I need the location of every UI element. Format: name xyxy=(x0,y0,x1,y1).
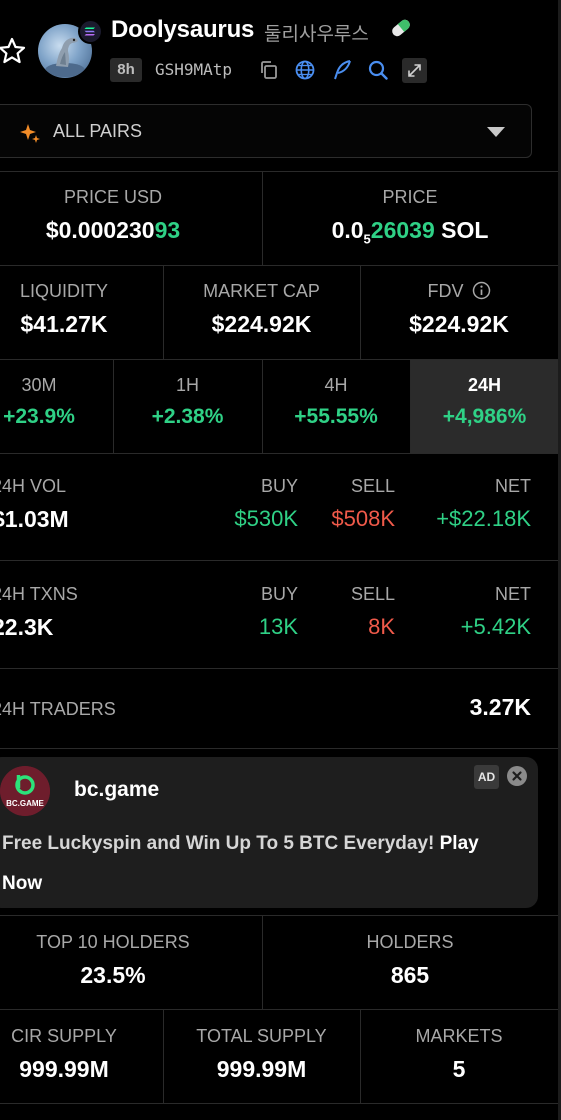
price-usd-label: PRICE USD xyxy=(63,187,162,207)
market-cap-value: $224.92K xyxy=(211,311,312,337)
bc-game-logo-text: BC.GAME xyxy=(6,799,44,808)
tab-change: +2.38% xyxy=(151,405,224,428)
tab-label: 4H xyxy=(324,375,348,395)
top10-holders-value: 23.5% xyxy=(80,962,146,988)
volume-buy-label: BUY xyxy=(260,476,298,496)
price-native-label: PRICE xyxy=(382,187,438,207)
holders-label: HOLDERS xyxy=(366,932,454,952)
liquidity-value: $41.27K xyxy=(20,311,108,337)
cir-supply-label: CIR SUPPLY xyxy=(11,1026,117,1046)
txns-sell-label: SELL xyxy=(350,584,395,604)
token-name: Doolysaurus xyxy=(111,16,255,43)
volume-buy-value: $530K xyxy=(234,506,298,531)
pairs-label: ALL PAIRS xyxy=(53,121,143,141)
markets-label: MARKETS xyxy=(415,1026,503,1046)
feather-icon[interactable] xyxy=(331,59,353,81)
expand-icon[interactable] xyxy=(402,58,427,83)
traders-value: 3.27K xyxy=(469,694,531,720)
ad-text[interactable]: Free Luckyspin and Win Up To 5 BTC Every… xyxy=(2,824,522,904)
divider xyxy=(0,748,558,749)
txns-buy-label: BUY xyxy=(260,584,298,604)
market-cap-label: MARKET CAP xyxy=(203,281,320,301)
tab-change: +55.55% xyxy=(294,405,378,428)
tab-change: +4,986% xyxy=(442,405,527,428)
liquidity-label: LIQUIDITY xyxy=(19,281,108,301)
divider xyxy=(0,1009,558,1010)
top10-holders-label: TOP 10 HOLDERS xyxy=(36,932,190,952)
search-icon[interactable] xyxy=(367,59,389,81)
txns-net-label: NET xyxy=(495,584,531,604)
token-address[interactable]: GSH9MAtp xyxy=(155,58,232,82)
close-icon[interactable] xyxy=(507,766,527,786)
total-supply-value: 999.99M xyxy=(216,1056,307,1082)
chevron-down-icon xyxy=(487,127,505,137)
markets-value: 5 xyxy=(452,1056,466,1082)
traders-label: 24H TRADERS xyxy=(0,699,116,719)
ad-badge: AD xyxy=(474,765,499,789)
divider xyxy=(0,915,558,916)
globe-icon[interactable] xyxy=(294,59,316,81)
tab-label: 1H xyxy=(175,375,199,395)
info-icon[interactable] xyxy=(472,281,491,300)
divider xyxy=(0,1103,558,1104)
volume-net-value: +$22.18K xyxy=(436,506,531,531)
txns-buy-value: 13K xyxy=(258,614,298,639)
price-native-value: 0.0526039 SOL xyxy=(331,217,489,247)
pairs-select[interactable]: ALL PAIRS xyxy=(0,104,532,158)
copy-icon[interactable] xyxy=(258,59,280,81)
txns-label: 24H TXNS xyxy=(0,584,78,604)
txns-sell-value: 8K xyxy=(368,614,395,639)
txns-net-value: +5.42K xyxy=(460,614,531,639)
divider xyxy=(0,668,558,669)
total-supply-label: TOTAL SUPPLY xyxy=(196,1026,327,1046)
pill-icon xyxy=(392,19,410,37)
star-icon[interactable] xyxy=(0,36,28,66)
divider xyxy=(0,453,558,454)
holders-value: 865 xyxy=(390,962,430,988)
tab-label: 24H xyxy=(467,375,502,395)
age-badge: 8h xyxy=(110,58,142,82)
tab-label: 30M xyxy=(21,375,57,395)
volume-sell-value: $508K xyxy=(331,506,395,531)
sparkle-icon xyxy=(20,124,40,143)
tab-change: +23.9% xyxy=(3,405,75,428)
divider xyxy=(0,265,558,266)
fdv-value: $224.92K xyxy=(409,311,509,337)
volume-net-label: NET xyxy=(495,476,531,496)
txns-value: 22.3K xyxy=(0,614,54,640)
fdv-label: FDV xyxy=(360,281,558,302)
solana-icon xyxy=(78,19,103,44)
volume-label: 24H VOL xyxy=(0,476,67,496)
ad-name[interactable]: bc.game xyxy=(74,778,159,802)
divider xyxy=(0,171,558,172)
volume-value: $1.03M xyxy=(0,506,69,532)
divider xyxy=(0,560,558,561)
bc-game-logo[interactable]: BC.GAME xyxy=(0,766,50,816)
cir-supply-value: 999.99M xyxy=(19,1056,109,1082)
price-usd-value: $0.00023093 xyxy=(45,217,181,243)
volume-sell-label: SELL xyxy=(350,476,395,496)
token-localized-name: 둘리사우루스 xyxy=(264,24,369,45)
